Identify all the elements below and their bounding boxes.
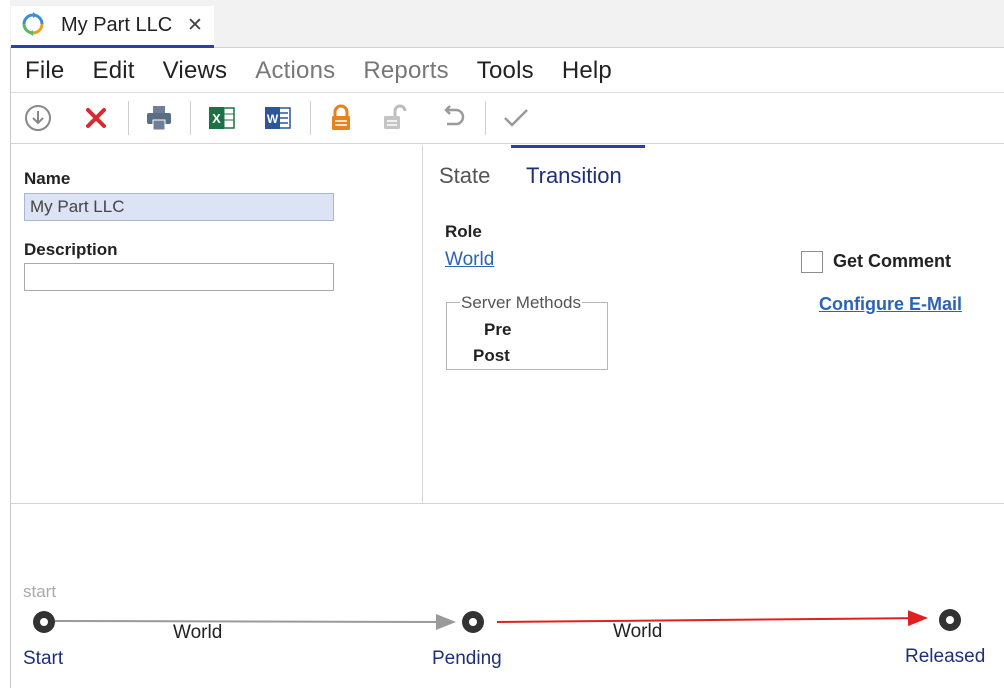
menu-file[interactable]: File (25, 57, 64, 85)
get-comment-label[interactable]: Get Comment (833, 251, 951, 272)
workflow-canvas (33, 609, 961, 633)
toolbar: X W (11, 92, 1004, 144)
active-tab-indicator (511, 145, 645, 148)
start-hint: start (23, 582, 57, 601)
node-released[interactable] (939, 609, 961, 631)
toolbar-separator (128, 101, 129, 135)
print-icon (147, 106, 171, 131)
node-label-start[interactable]: Start (23, 648, 63, 670)
word-icon: W (265, 107, 291, 129)
node-start[interactable] (33, 611, 55, 633)
description-field[interactable] (24, 263, 334, 291)
toolbar-separator (485, 101, 486, 135)
edge-pending-released[interactable] (496, 610, 928, 627)
menu-help[interactable]: Help (562, 57, 612, 85)
excel-icon: X (209, 107, 235, 129)
server-methods-legend: Server Methods (460, 293, 582, 313)
post-method-label[interactable]: Post (473, 346, 510, 366)
edge-label-pending-released: World (613, 621, 663, 642)
get-comment-checkbox[interactable] (801, 251, 823, 273)
tab-title: My Part LLC (61, 14, 173, 36)
print-button[interactable] (144, 103, 174, 133)
transition-pane: State Transition Role World Get Comment … (424, 145, 1004, 503)
toolbar-separator (310, 101, 311, 135)
menu-actions[interactable]: Actions (255, 57, 335, 85)
menu-views[interactable]: Views (163, 57, 228, 85)
document-tab[interactable]: My Part LLC ✕ (11, 6, 214, 48)
undo-button[interactable] (439, 103, 469, 133)
edge-start-pending[interactable] (54, 613, 456, 630)
role-label: Role (445, 222, 482, 241)
tab-state[interactable]: State (439, 163, 490, 189)
refresh-cycle-icon (22, 12, 44, 36)
workflow-diagram: start World World Start Pending Released (11, 503, 1004, 688)
close-tab-icon[interactable]: ✕ (187, 14, 203, 37)
unlock-icon (384, 104, 407, 129)
export-excel-button[interactable]: X (207, 103, 237, 133)
delete-icon (86, 108, 106, 128)
toolbar-separator (190, 101, 191, 135)
description-label: Description (24, 240, 118, 259)
download-button[interactable] (23, 103, 53, 133)
export-word-button[interactable]: W (263, 103, 293, 133)
unlock-button[interactable] (380, 103, 410, 133)
menu-bar: File Edit Views Actions Reports Tools He… (11, 52, 640, 90)
name-label: Name (24, 169, 71, 188)
delete-button[interactable] (81, 103, 111, 133)
properties-pane: Name Description (11, 145, 423, 503)
lock-button[interactable] (326, 103, 356, 133)
tab-transition[interactable]: Transition (526, 163, 622, 189)
node-pending[interactable] (462, 611, 484, 633)
name-field[interactable] (24, 193, 334, 221)
download-icon (25, 105, 51, 131)
node-label-pending[interactable]: Pending (432, 648, 502, 670)
svg-text:X: X (212, 111, 221, 126)
checkmark-icon (504, 109, 528, 127)
menu-reports[interactable]: Reports (363, 57, 448, 85)
tab-bar: My Part LLC ✕ (10, 0, 1004, 48)
configure-email-link[interactable]: Configure E-Mail (819, 294, 962, 315)
lock-icon (332, 104, 350, 130)
svg-text:W: W (267, 112, 279, 126)
done-button[interactable] (501, 103, 531, 133)
edge-label-start-pending: World (173, 622, 223, 643)
role-link[interactable]: World (445, 249, 494, 271)
node-label-released[interactable]: Released (905, 646, 985, 668)
menu-edit[interactable]: Edit (92, 57, 134, 85)
undo-icon (444, 105, 465, 126)
menu-tools[interactable]: Tools (477, 57, 534, 85)
pre-method-label[interactable]: Pre (484, 320, 511, 340)
